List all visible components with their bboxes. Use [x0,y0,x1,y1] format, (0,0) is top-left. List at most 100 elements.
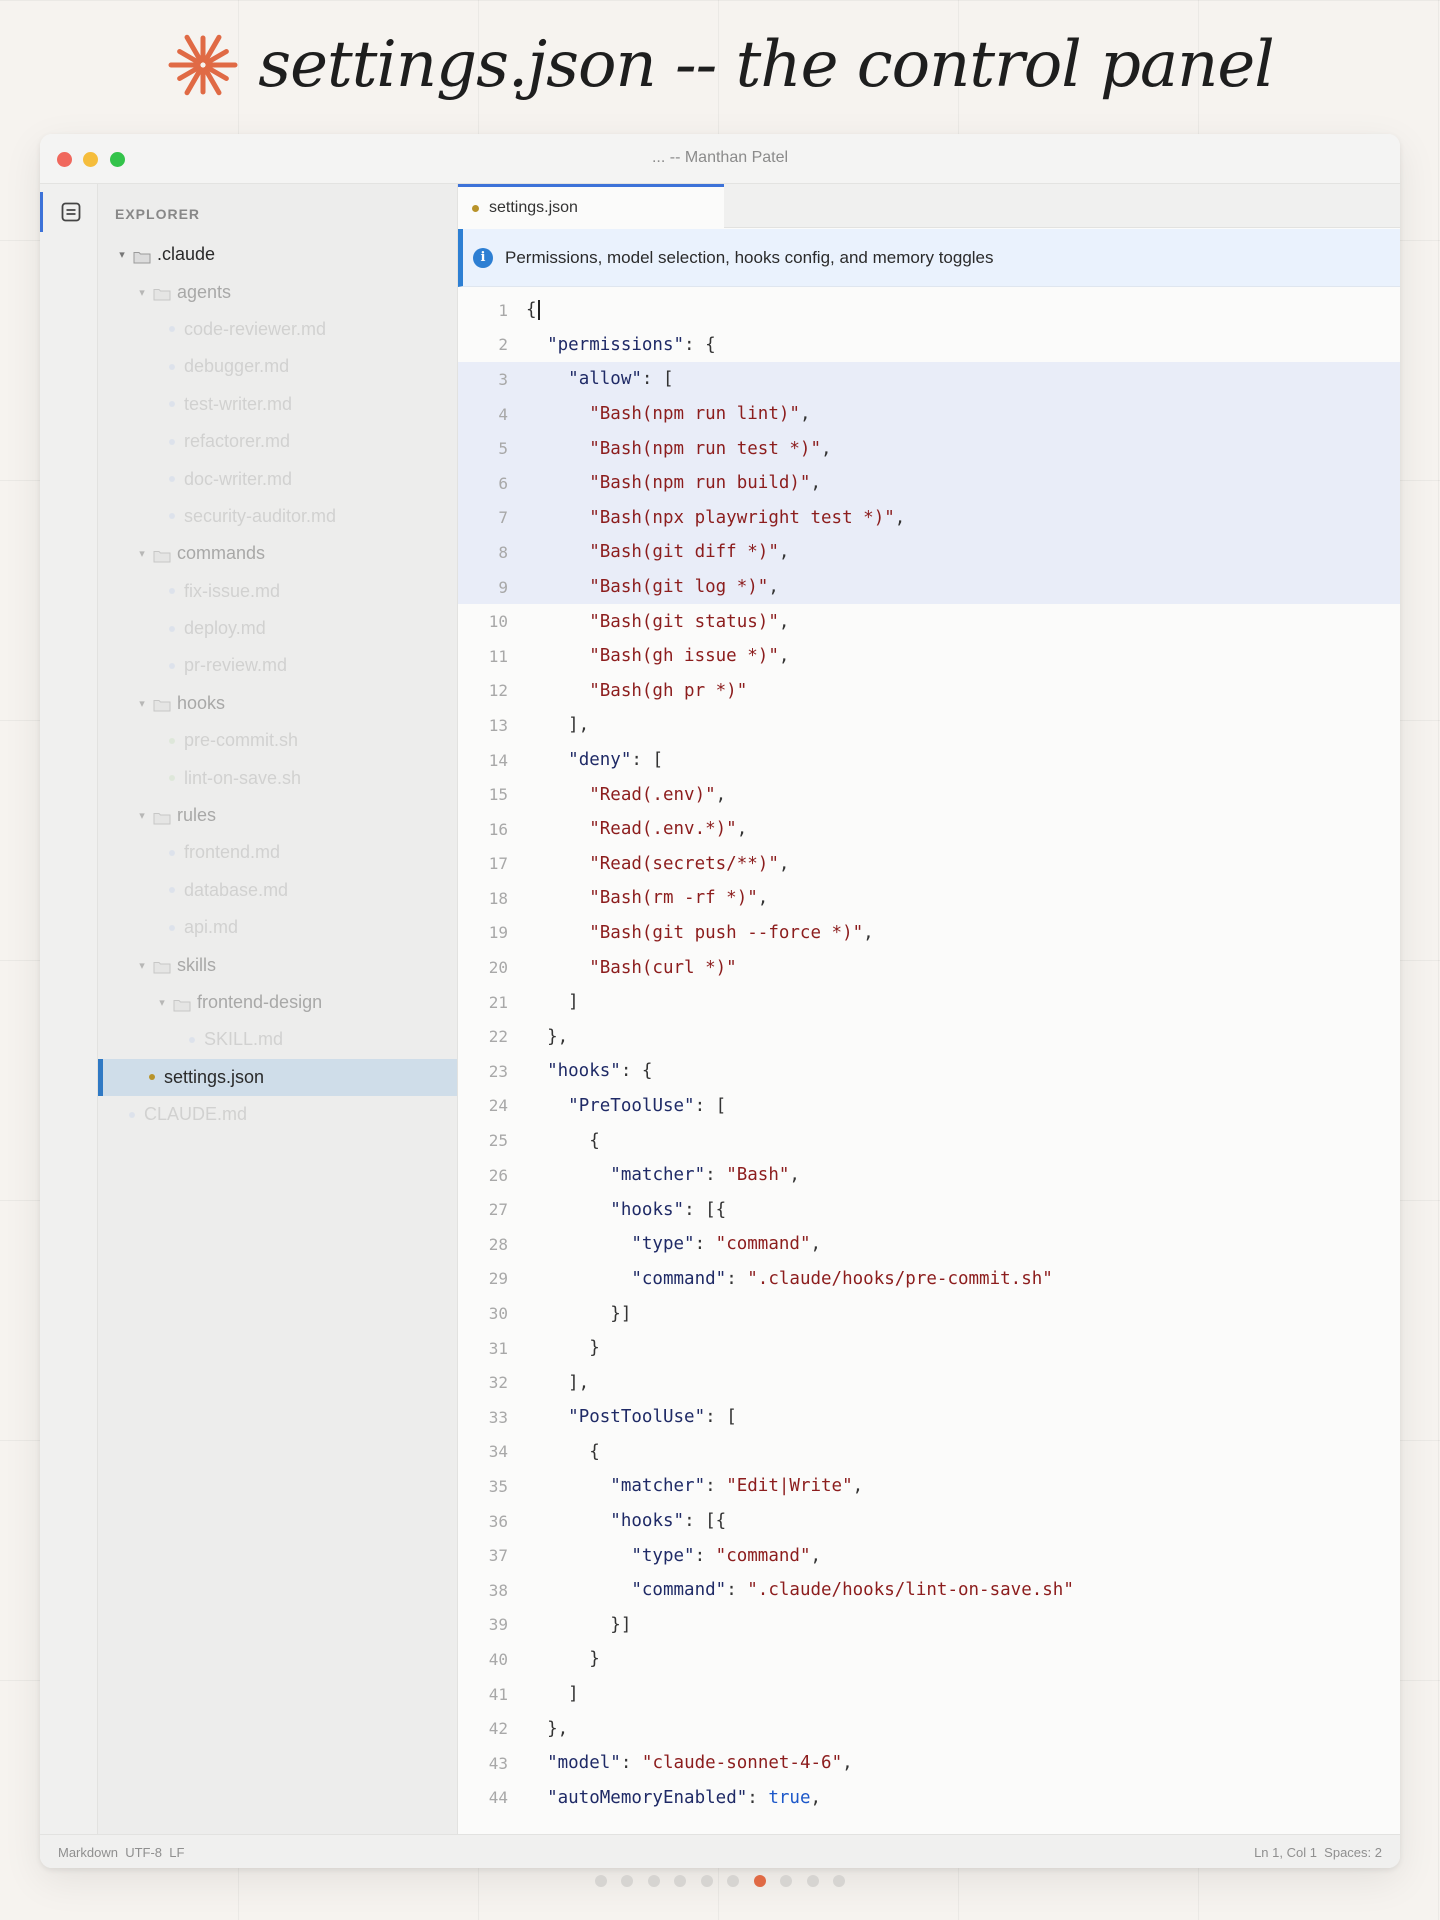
pager-dot[interactable] [647,1875,660,1887]
code-line[interactable]: 42 }, [458,1711,1400,1746]
pager-dot[interactable] [780,1875,793,1887]
line-number: 29 [488,1269,508,1289]
code-line[interactable]: 44 "autoMemoryEnabled": true, [458,1781,1400,1816]
code-token: ] [526,992,579,1013]
line-number: 4 [498,404,508,424]
folder-icon [153,696,171,712]
code-line[interactable]: 28 "type": "command", [458,1227,1400,1262]
code-line[interactable]: 22 }, [458,1019,1400,1054]
tab-settings-json[interactable]: settings.json [458,184,724,229]
tree-folder-claude[interactable]: ▾ .claude [98,236,457,273]
pager-dot[interactable] [674,1875,687,1887]
tree-folder-hooks[interactable]: ▾ hooks [98,685,457,722]
tree-folder-skills[interactable]: ▾ skills [98,946,457,983]
code-line[interactable]: 40 } [458,1642,1400,1677]
tree-file-claude-md[interactable]: CLAUDE.md [98,1096,457,1133]
tree-file-security-auditor-md[interactable]: security-auditor.md [98,498,457,535]
code-line[interactable]: 1{ [458,293,1400,328]
code-line[interactable]: 33 "PostToolUse": [ [458,1400,1400,1435]
code-token: ], [526,715,590,736]
tree-file-code-reviewer-md[interactable]: code-reviewer.md [98,311,457,348]
tree-file-database-md[interactable]: database.md [98,872,457,909]
tree-file-pr-review-md[interactable]: pr-review.md [98,647,457,684]
pager-dot[interactable] [621,1875,634,1887]
code-line[interactable]: 18 "Bash(rm -rf *)", [458,881,1400,916]
chevron-down-icon[interactable]: ▾ [115,248,129,261]
code-line[interactable]: 25 { [458,1123,1400,1158]
tree-file-lint-on-save-sh[interactable]: lint-on-save.sh [98,759,457,796]
code-line[interactable]: 26 "matcher": "Bash", [458,1158,1400,1193]
tree-file-skill-md[interactable]: SKILL.md [98,1021,457,1058]
code-line[interactable]: 7 "Bash(npx playwright test *)", [458,500,1400,536]
chevron-down-icon[interactable]: ▾ [135,547,149,560]
code-line[interactable]: 35 "matcher": "Edit|Write", [458,1469,1400,1504]
tree-file-doc-writer-md[interactable]: doc-writer.md [98,460,457,497]
code-line[interactable]: 5 "Bash(npm run test *)", [458,431,1400,466]
tree-file-fix-issue-md[interactable]: fix-issue.md [98,573,457,610]
code-line[interactable]: 3 "allow": [ [458,362,1400,397]
code-line[interactable]: 24 "PreToolUse": [ [458,1089,1400,1124]
code-text: }, [508,1027,568,1047]
chevron-down-icon[interactable]: ▾ [135,959,149,972]
pager-dot[interactable] [727,1875,740,1887]
code-line[interactable]: 20 "Bash(curl *)" [458,950,1400,985]
tree-file-settings-json[interactable]: settings.json [98,1058,457,1096]
tree-folder-agents[interactable]: ▾ agents [98,273,457,310]
code-line[interactable]: 19 "Bash(git push --force *)", [458,916,1400,951]
tree-file-deploy-md[interactable]: deploy.md [98,610,457,647]
chevron-down-icon[interactable]: ▾ [155,996,169,1009]
tree-file-api-md[interactable]: api.md [98,909,457,946]
code-line[interactable]: 31 } [458,1331,1400,1366]
pager-dot[interactable] [806,1875,819,1887]
code-line[interactable]: 39 }] [458,1608,1400,1643]
pager-dot[interactable] [753,1875,766,1887]
code-line[interactable]: 43 "model": "claude-sonnet-4-6", [458,1746,1400,1781]
line-number: 5 [498,439,508,459]
tree-file-pre-commit-sh[interactable]: pre-commit.sh [98,722,457,759]
code-line[interactable]: 34 { [458,1435,1400,1470]
code-line[interactable]: 38 "command": ".claude/hooks/lint-on-sav… [458,1573,1400,1608]
code-line[interactable]: 15 "Read(.env)", [458,777,1400,812]
line-number: 11 [488,646,508,666]
code-token: "Bash(git status)" [589,611,779,632]
code-line[interactable]: 37 "type": "command", [458,1538,1400,1573]
code-line[interactable]: 14 "deny": [ [458,743,1400,778]
code-line[interactable]: 23 "hooks": { [458,1054,1400,1089]
code-line[interactable]: 16 "Read(.env.*)", [458,812,1400,847]
code-line[interactable]: 6 "Bash(npm run build)", [458,465,1400,501]
tree-folder-commands[interactable]: ▾ commands [98,535,457,572]
code-line[interactable]: 36 "hooks": [{ [458,1504,1400,1539]
tree-folder-rules[interactable]: ▾ rules [98,797,457,834]
code-line[interactable]: 30 }] [458,1296,1400,1331]
pager-dot[interactable] [700,1875,713,1887]
tree-file-debugger-md[interactable]: debugger.md [98,348,457,385]
tree-file-refactorer-md[interactable]: refactorer.md [98,423,457,460]
code-line[interactable]: 11 "Bash(gh issue *)", [458,639,1400,674]
chevron-down-icon[interactable]: ▾ [135,286,149,299]
status-right[interactable]: Ln 1, Col 1 Spaces: 2 [1254,1845,1382,1860]
code-line[interactable]: 21 ] [458,985,1400,1020]
code-line[interactable]: 41 ] [458,1677,1400,1712]
code-line[interactable]: 10 "Bash(git status)", [458,604,1400,639]
code-line[interactable]: 32 ], [458,1365,1400,1400]
tree-file-test-writer-md[interactable]: test-writer.md [98,386,457,423]
pager-dot[interactable] [833,1875,846,1887]
code-line[interactable]: 13 ], [458,708,1400,743]
explorer-files-icon[interactable] [40,192,98,232]
code-line[interactable]: 12 "Bash(gh pr *)" [458,674,1400,709]
code-line[interactable]: 2 "permissions": { [458,328,1400,363]
chevron-down-icon[interactable]: ▾ [135,697,149,710]
code-line[interactable]: 9 "Bash(git log *)", [458,569,1400,605]
code-line[interactable]: 4 "Bash(npm run lint)", [458,396,1400,432]
code-line[interactable]: 8 "Bash(git diff *)", [458,535,1400,570]
tree-folder-frontend-design[interactable]: ▾ frontend-design [98,984,457,1021]
pager-dot[interactable] [594,1875,607,1887]
code-text: ] [508,1684,579,1704]
code-line[interactable]: 29 "command": ".claude/hooks/pre-commit.… [458,1262,1400,1297]
code-line[interactable]: 27 "hooks": [{ [458,1192,1400,1227]
tree-file-frontend-md[interactable]: frontend.md [98,834,457,871]
code-area[interactable]: 1{2 "permissions": {3 "allow": [4 "Bash(… [458,287,1400,1834]
chevron-down-icon[interactable]: ▾ [135,809,149,822]
code-line[interactable]: 17 "Read(secrets/**)", [458,847,1400,882]
line-number: 3 [498,369,508,389]
